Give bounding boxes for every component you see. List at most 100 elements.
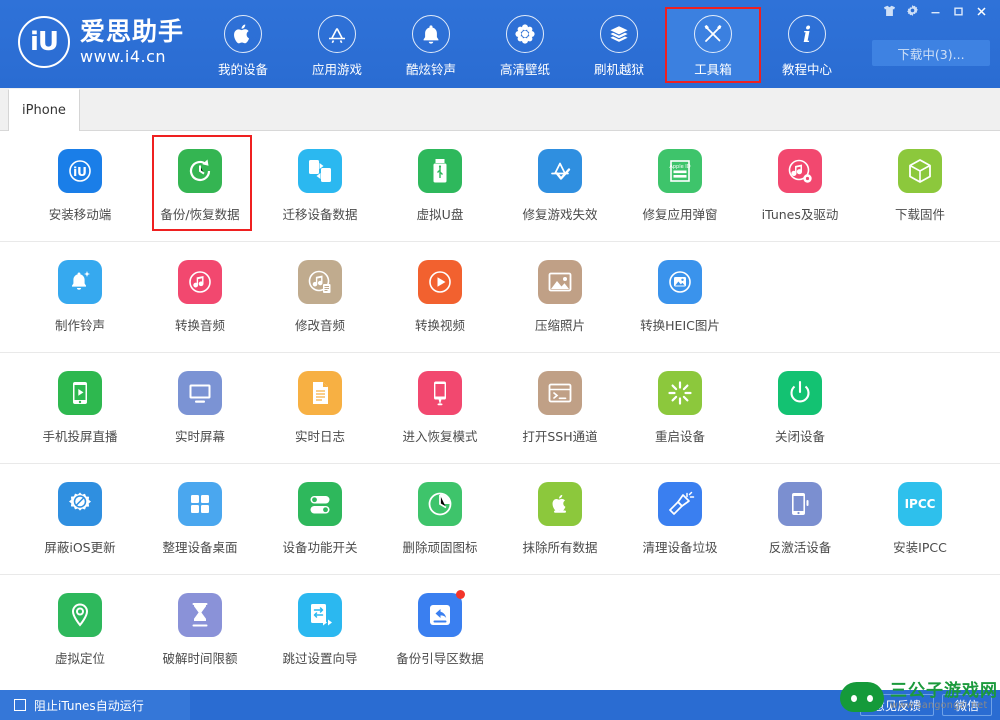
tool-label: 删除顽固图标 xyxy=(402,540,478,555)
tool-label: 转换HEIC图片 xyxy=(640,318,720,333)
tool-convert-heic[interactable]: 转换HEIC图片 xyxy=(620,242,740,352)
tool-label: 重启设备 xyxy=(654,429,705,444)
tool-label: 破解时间限额 xyxy=(162,651,238,666)
realtime-screen-icon xyxy=(178,371,222,415)
minimize-icon[interactable] xyxy=(924,2,946,20)
block-ios-update-icon xyxy=(58,482,102,526)
heic-convert-icon xyxy=(658,260,702,304)
erase-all-icon xyxy=(538,482,582,526)
tool-make-ringtone[interactable]: 制作铃声 xyxy=(20,242,140,352)
tool-block-ios-update[interactable]: 屏蔽iOS更新 xyxy=(20,464,140,574)
tool-crack-time-limit[interactable]: 破解时间限额 xyxy=(140,575,260,675)
tool-skip-setup-wizard[interactable]: 跳过设置向导 xyxy=(260,575,380,675)
block-itunes-checkbox[interactable] xyxy=(14,699,26,711)
deactivate-device-icon xyxy=(778,482,822,526)
feedback-button[interactable]: 意见反馈 xyxy=(859,694,934,716)
tool-edit-audio[interactable]: 修改音频 xyxy=(260,242,380,352)
tool-backup-restore[interactable]: 备份/恢复数据 xyxy=(140,131,260,241)
feature-toggle-icon xyxy=(298,482,342,526)
screen-cast-icon xyxy=(58,371,102,415)
tool-label: 实时日志 xyxy=(294,429,345,444)
tool-realtime-log[interactable]: 实时日志 xyxy=(260,353,380,463)
tool-label: 跳过设置向导 xyxy=(282,651,358,666)
photo-compress-icon xyxy=(538,260,582,304)
tool-compress-photo[interactable]: 压缩照片 xyxy=(500,242,620,352)
tool-enter-recovery-mode[interactable]: 进入恢复模式 xyxy=(380,353,500,463)
app-window: iU 爱思助手 www.i4.cn 我的设备 应用游戏 酷炫铃声 高清壁纸 刷机… xyxy=(0,0,1000,720)
wechat-button[interactable]: 微信 xyxy=(941,694,992,716)
tool-realtime-screen[interactable]: 实时屏幕 xyxy=(140,353,260,463)
tool-label: 关闭设备 xyxy=(774,429,825,444)
nav-label: 教程中心 xyxy=(781,62,832,77)
nav-item-my-device[interactable]: 我的设备 xyxy=(196,8,290,82)
tool-label: 安装移动端 xyxy=(48,207,112,222)
audio-convert-icon xyxy=(178,260,222,304)
backup-restore-icon xyxy=(178,149,222,193)
remove-icon-icon xyxy=(418,482,462,526)
tool-fix-app-popup[interactable]: Apple ID 修复应用弹窗 xyxy=(620,131,740,241)
tool-download-firmware[interactable]: 下载固件 xyxy=(860,131,980,241)
tool-convert-audio[interactable]: 转换音频 xyxy=(140,242,260,352)
nav-item-apps-games[interactable]: 应用游戏 xyxy=(290,8,384,82)
tool-install-mobile-client[interactable]: iU 安装移动端 xyxy=(20,131,140,241)
download-status-button[interactable]: 下载中(3)... xyxy=(872,40,990,66)
tool-backup-boot-data[interactable]: 备份引导区数据 xyxy=(380,575,500,675)
brand-logo: iU 爱思助手 www.i4.cn xyxy=(18,16,184,68)
nav-item-wallpapers[interactable]: 高清壁纸 xyxy=(478,8,572,82)
tool-device-feature-toggle[interactable]: 设备功能开关 xyxy=(260,464,380,574)
realtime-log-icon xyxy=(298,371,342,415)
flower-icon xyxy=(506,15,544,53)
tool-migrate-device-data[interactable]: 迁移设备数据 xyxy=(260,131,380,241)
tool-label: 制作铃声 xyxy=(54,318,105,333)
apple-icon xyxy=(224,15,262,53)
svg-text:iU: iU xyxy=(73,165,87,179)
tool-power-off-device[interactable]: 关闭设备 xyxy=(740,353,860,463)
tool-reboot-device[interactable]: 重启设备 xyxy=(620,353,740,463)
tool-label: 修复应用弹窗 xyxy=(642,207,718,222)
gear-icon[interactable] xyxy=(901,2,923,20)
tool-virtual-usb[interactable]: 虚拟U盘 xyxy=(380,131,500,241)
window-controls xyxy=(878,2,992,20)
tool-itunes-drivers[interactable]: iTunes及驱动 xyxy=(740,131,860,241)
nav-item-toolbox[interactable]: 工具箱 xyxy=(665,7,761,83)
ringtone-maker-icon xyxy=(58,260,102,304)
recovery-mode-icon xyxy=(418,371,462,415)
toolbox-grid: iU 安装移动端 备份/恢复数据 迁移设备数据 虚拟U盘 修复游戏失效 Appl… xyxy=(0,131,1000,690)
nav-item-flash-jailbreak[interactable]: 刷机越狱 xyxy=(572,8,666,82)
tool-open-ssh-tunnel[interactable]: 打开SSH通道 xyxy=(500,353,620,463)
tool-label: 打开SSH通道 xyxy=(522,429,598,444)
tool-convert-video[interactable]: 转换视频 xyxy=(380,242,500,352)
tab-iphone[interactable]: iPhone xyxy=(8,89,80,131)
block-itunes-label: 阻止iTunes自动运行 xyxy=(34,698,144,713)
tool-deactivate-device[interactable]: 反激活设备 xyxy=(740,464,860,574)
virtual-location-icon xyxy=(58,593,102,637)
reboot-device-icon xyxy=(658,371,702,415)
nav-item-ringtones[interactable]: 酷炫铃声 xyxy=(384,8,478,82)
tool-row: 手机投屏直播 实时屏幕 实时日志 进入恢复模式 打开SSH通道 重启设备 关闭设… xyxy=(0,353,1000,464)
tool-clean-device-junk[interactable]: 清理设备垃圾 xyxy=(620,464,740,574)
tool-screen-cast-live[interactable]: 手机投屏直播 xyxy=(20,353,140,463)
shirt-icon[interactable] xyxy=(878,2,900,20)
tool-organize-desktop[interactable]: 整理设备桌面 xyxy=(140,464,260,574)
tool-remove-stubborn-icons[interactable]: 删除顽固图标 xyxy=(380,464,500,574)
notification-badge xyxy=(456,590,465,599)
tool-label: 备份引导区数据 xyxy=(396,651,484,666)
tool-install-ipcc[interactable]: IPCC 安装IPCC xyxy=(860,464,980,574)
tool-label: 手机投屏直播 xyxy=(42,429,118,444)
clean-junk-icon xyxy=(658,482,702,526)
tool-virtual-location[interactable]: 虚拟定位 xyxy=(20,575,140,675)
tool-label: 虚拟定位 xyxy=(54,651,105,666)
skip-setup-icon xyxy=(298,593,342,637)
maximize-icon[interactable] xyxy=(947,2,969,20)
ipcc-text: IPCC xyxy=(904,497,936,511)
tool-fix-game-failure[interactable]: 修复游戏失效 xyxy=(500,131,620,241)
tool-label: 实时屏幕 xyxy=(174,429,225,444)
brand-url: www.i4.cn xyxy=(80,47,167,66)
tool-erase-all-data[interactable]: 抹除所有数据 xyxy=(500,464,620,574)
nav-item-tutorials[interactable]: i 教程中心 xyxy=(760,8,854,82)
i4-logo-icon: iU xyxy=(18,16,70,68)
tool-label: 屏蔽iOS更新 xyxy=(44,540,116,555)
tool-label: 清理设备垃圾 xyxy=(642,540,718,555)
close-icon[interactable] xyxy=(970,2,992,20)
tool-label: iTunes及驱动 xyxy=(761,207,839,222)
